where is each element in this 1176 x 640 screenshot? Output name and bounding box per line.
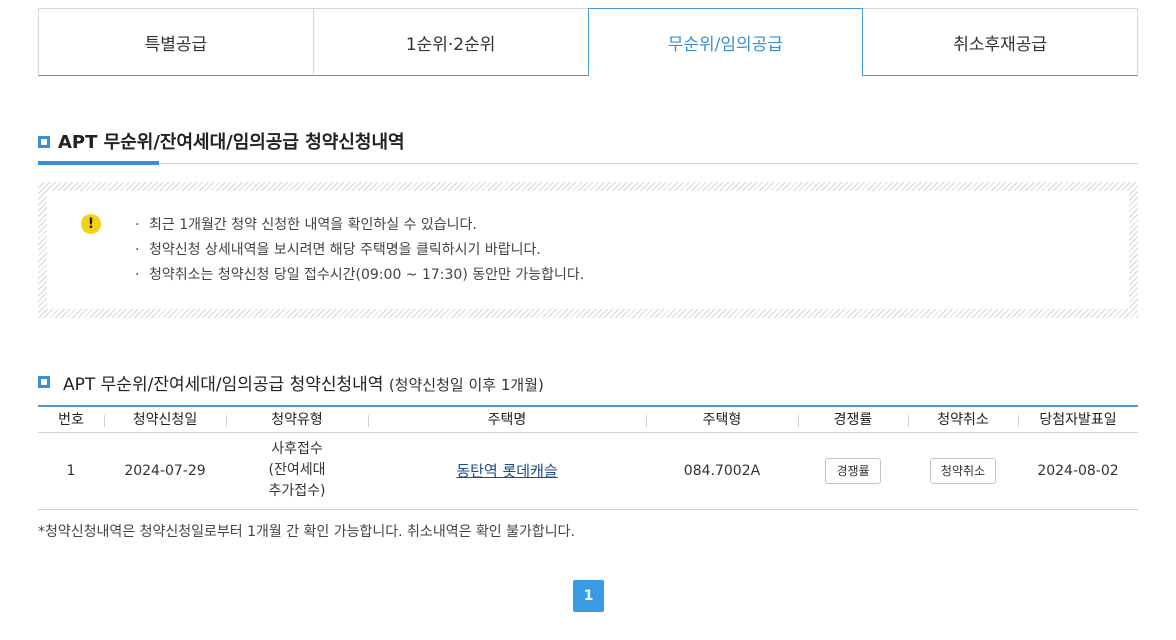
tab-no-rank-supply[interactable]: 무순위/임의공급 [587,8,864,76]
table-title: APT 무순위/잔여세대/임의공급 청약신청내역 (청약신청일 이후 1개월) [63,375,544,395]
row-competition: 경쟁률 [798,432,908,510]
row-type: 사후접수 (잔여세대 추가접수) [226,432,368,510]
application-table: 번호 청약신청일 청약유형 주택명 주택형 경쟁률 청약취소 당첨자발표일 1 … [38,405,1138,510]
column-header-competition: 경쟁률 [798,405,908,433]
row-date: 2024-07-29 [104,432,226,510]
row-cancel: 청약취소 [908,432,1018,510]
section-title: APT 무순위/잔여세대/임의공급 청약신청내역 [58,132,405,153]
column-header-date: 청약신청일 [104,405,226,433]
competition-button[interactable]: 경쟁률 [825,457,881,484]
square-bullet-icon [38,136,50,148]
section-header: APT 무순위/잔여세대/임의공급 청약신청내역 [38,124,1138,165]
notice-item: 청약신청 상세내역을 보시려면 해당 주택명을 클릭하시기 바랍니다. [133,238,584,263]
tab-bar: 특별공급 1순위·2순위 무순위/임의공급 취소후재공급 [38,8,1138,76]
row-announce: 2024-08-02 [1018,432,1138,510]
column-header-announce: 당첨자발표일 [1018,405,1138,433]
tab-first-second-rank[interactable]: 1순위·2순위 [312,8,588,76]
title-underline [38,161,159,165]
column-header-house: 주택명 [368,405,646,433]
column-header-type: 청약유형 [226,405,368,433]
notice-item: 청약취소는 청약신청 당일 접수시간(09:00 ~ 17:30) 동안만 가능… [133,263,584,288]
table-subtitle: (청약신청일 이후 1개월) [388,376,544,394]
column-header-no: 번호 [38,405,104,433]
tab-cancel-resupply[interactable]: 취소후재공급 [863,8,1138,76]
table-header-row: 번호 청약신청일 청약유형 주택명 주택형 경쟁률 청약취소 당첨자발표일 [38,405,1138,433]
column-header-cancel: 청약취소 [908,405,1018,433]
notice-box: ! 최근 1개월간 청약 신청한 내역을 확인하실 수 있습니다. 청약신청 상… [38,182,1138,318]
column-header-housing-type: 주택형 [646,405,798,433]
tab-special-supply[interactable]: 특별공급 [38,8,313,76]
cancel-application-button[interactable]: 청약취소 [929,457,997,484]
notice-item: 최근 1개월간 청약 신청한 내역을 확인하실 수 있습니다. [133,213,584,238]
notice-list: 최근 1개월간 청약 신청한 내역을 확인하실 수 있습니다. 청약신청 상세내… [133,213,584,288]
page-1-button[interactable]: 1 [573,580,604,612]
table-row: 1 2024-07-29 사후접수 (잔여세대 추가접수) 동탄역 롯데캐슬 0… [38,432,1138,510]
house-name-link[interactable]: 동탄역 롯데캐슬 [456,462,557,480]
row-housing-type: 084.7002A [646,432,798,510]
warning-icon: ! [81,214,101,234]
row-house: 동탄역 롯데캐슬 [368,432,646,510]
square-bullet-icon [38,376,50,388]
footnote: *청약신청내역은 청약신청일로부터 1개월 간 확인 가능합니다. 취소내역은 … [38,524,575,540]
row-no: 1 [38,432,104,510]
